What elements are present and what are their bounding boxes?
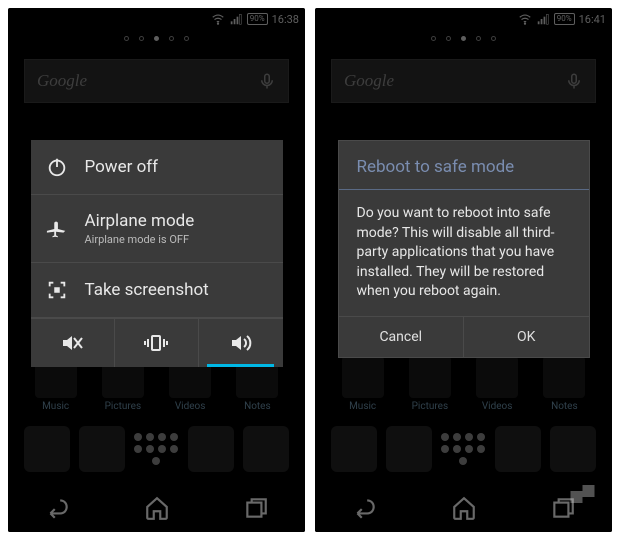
dialog-body: Do you want to reboot into safe mode? Th… [339, 190, 589, 317]
vibrate-button[interactable] [115, 319, 199, 367]
cancel-button[interactable]: Cancel [339, 317, 465, 357]
power-menu-overlay[interactable]: Power off Airplane modeAirplane mode is … [8, 8, 305, 532]
sound-mode-row [31, 318, 283, 367]
dialog-title: Reboot to safe mode [339, 141, 589, 190]
safe-mode-dialog: Reboot to safe mode Do you want to reboo… [338, 140, 590, 358]
power-icon [45, 156, 69, 178]
watermark-icon [566, 476, 602, 512]
phone-right: 90% 16:41 Google Music Pictures Videos N… [315, 8, 612, 532]
screenshot-icon [45, 279, 69, 301]
screenshot-item[interactable]: Take screenshot [31, 263, 283, 318]
ok-button[interactable]: OK [464, 317, 589, 357]
power-off-item[interactable]: Power off [31, 140, 283, 195]
sound-button[interactable] [199, 319, 282, 367]
dialog-overlay[interactable]: Reboot to safe mode Do you want to reboo… [315, 8, 612, 532]
airplane-mode-item[interactable]: Airplane modeAirplane mode is OFF [31, 195, 283, 263]
mute-button[interactable] [31, 319, 115, 367]
power-menu: Power off Airplane modeAirplane mode is … [31, 140, 283, 367]
airplane-icon [45, 218, 69, 240]
phone-left: 90% 16:38 Google Music Pictures Videos N… [8, 8, 305, 532]
dialog-buttons: Cancel OK [339, 317, 589, 357]
